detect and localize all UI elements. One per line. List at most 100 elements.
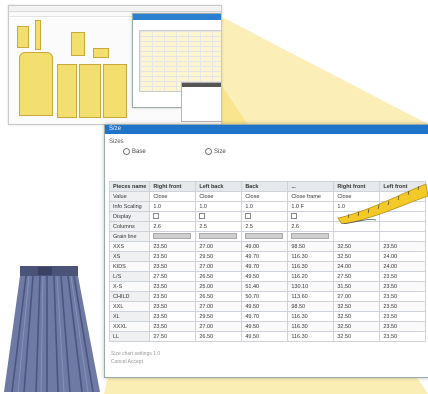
measurement-cell[interactable]: 32.50 (333, 331, 381, 342)
measurement-cell[interactable]: 98.50 (287, 301, 335, 312)
measurement-cell[interactable]: 26.50 (195, 291, 243, 302)
property-cell[interactable] (333, 231, 381, 242)
display-checkbox[interactable] (153, 213, 160, 220)
grain-line-slider[interactable] (153, 233, 192, 240)
property-cell[interactable]: 2.5 (241, 221, 289, 232)
measurement-cell[interactable]: 23.50 (149, 281, 197, 292)
measurement-cell[interactable]: 23.50 (379, 311, 427, 322)
measurement-cell[interactable]: 27.00 (195, 301, 243, 312)
property-cell[interactable]: 2.5 (195, 221, 243, 232)
measurement-cell[interactable]: 23.50 (149, 291, 197, 302)
property-cell[interactable]: 2.6 (287, 221, 335, 232)
table-row[interactable]: L/S 27.50 26.50 49.50 116.20 27.50 23.50 (108, 271, 427, 282)
property-cell[interactable] (195, 231, 243, 242)
measurement-cell[interactable]: 23.50 (379, 271, 427, 282)
measurement-cell[interactable]: 27.00 (195, 241, 243, 252)
property-cell[interactable] (195, 211, 243, 222)
measurement-cell[interactable]: 27.50 (149, 331, 197, 342)
grain-line-slider[interactable] (199, 233, 238, 240)
table-row[interactable]: XS 23.50 29.50 49.70 116.30 32.50 24.00 (108, 251, 427, 262)
property-cell[interactable]: 1.0 (241, 201, 289, 212)
measurement-cell[interactable]: 49.50 (241, 321, 289, 332)
measurement-cell[interactable]: 32.50 (333, 301, 381, 312)
measurement-cell[interactable]: 51.40 (241, 281, 289, 292)
measurement-cell[interactable]: 50.70 (241, 291, 289, 302)
measurement-cell[interactable]: 32.50 (333, 311, 381, 322)
table-row[interactable]: CHILD 23.50 26.50 50.70 113.60 27.00 23.50 (108, 291, 427, 302)
grain-line-slider[interactable] (245, 233, 284, 240)
measurement-cell[interactable]: 49.70 (241, 251, 289, 262)
property-cell[interactable]: Close frame (287, 191, 335, 202)
grain-line-slider[interactable] (291, 233, 330, 240)
measurement-cell[interactable]: 113.60 (287, 291, 335, 302)
property-cell[interactable] (287, 231, 335, 242)
display-checkbox[interactable] (245, 213, 252, 220)
measurement-cell[interactable]: 23.50 (149, 311, 197, 322)
measurement-cell[interactable]: 23.50 (379, 291, 427, 302)
measurement-cell[interactable]: 23.50 (379, 321, 427, 332)
measurement-cell[interactable]: 32.50 (333, 321, 381, 332)
measurement-cell[interactable]: 27.50 (149, 271, 197, 282)
measurement-cell[interactable]: 49.50 (241, 301, 289, 312)
measurement-cell[interactable]: 26.50 (195, 271, 243, 282)
measurement-cell[interactable]: 23.50 (379, 331, 427, 342)
measurement-cell[interactable]: 24.00 (379, 261, 427, 272)
table-row[interactable]: XL 23.50 29.50 49.70 116.30 32.50 23.50 (108, 311, 427, 322)
measurement-cell[interactable]: 23.50 (149, 241, 197, 252)
measurement-cell[interactable]: 32.50 (333, 251, 381, 262)
measurement-cell[interactable]: 49.50 (241, 331, 289, 342)
measurement-cell[interactable]: 27.50 (333, 271, 381, 282)
measurement-cell[interactable]: 23.50 (149, 301, 197, 312)
measurement-cell[interactable]: 27.00 (195, 261, 243, 272)
measurement-cell[interactable]: 27.00 (195, 321, 243, 332)
property-cell[interactable]: Close (149, 191, 197, 202)
measurement-cell[interactable]: 23.50 (379, 301, 427, 312)
measurement-cell[interactable]: 32.50 (333, 241, 381, 252)
measurement-cell[interactable]: 24.00 (379, 251, 427, 262)
measurement-cell[interactable]: 31.50 (333, 281, 381, 292)
property-cell[interactable]: 2.6 (149, 221, 197, 232)
table-row[interactable]: KIDS 23.50 27.00 49.70 116.30 24.00 24.00 (108, 261, 427, 272)
measurement-cell[interactable]: 116.30 (287, 331, 335, 342)
display-checkbox[interactable] (199, 213, 206, 220)
table-row[interactable]: XXXL 23.50 27.00 49.50 116.30 32.50 23.50 (108, 321, 427, 332)
property-cell[interactable] (287, 211, 335, 222)
table-row[interactable]: LL 27.50 26.50 49.50 116.30 32.50 23.50 (108, 331, 427, 342)
table-row[interactable]: X-S 23.50 25.00 51.40 130.10 31.50 23.50 (108, 281, 427, 292)
property-cell[interactable]: Close (195, 191, 243, 202)
measurement-cell[interactable]: 23.50 (149, 321, 197, 332)
measurement-cell[interactable]: 23.50 (379, 281, 427, 292)
property-cell[interactable]: 1.0 (195, 201, 243, 212)
measurement-cell[interactable]: 116.30 (287, 251, 335, 262)
measurement-cell[interactable]: 116.30 (287, 261, 335, 272)
measurement-cell[interactable]: 49.50 (241, 271, 289, 282)
display-checkbox[interactable] (291, 213, 298, 220)
measurement-cell[interactable]: 130.10 (287, 281, 335, 292)
base-radio[interactable]: Base (123, 148, 146, 155)
measurement-cell[interactable]: 25.00 (195, 281, 243, 292)
property-cell[interactable] (149, 231, 197, 242)
property-cell[interactable] (379, 231, 427, 242)
measurement-cell[interactable]: 23.50 (149, 251, 197, 262)
table-row[interactable]: XXS 23.50 27.00 49.00 98.50 32.50 23.50 (108, 241, 427, 252)
property-cell[interactable] (241, 231, 289, 242)
measurement-cell[interactable]: 24.00 (333, 261, 381, 272)
property-cell[interactable]: 1.0 F (287, 201, 335, 212)
property-cell[interactable]: Close (241, 191, 289, 202)
property-cell[interactable]: 1.0 (149, 201, 197, 212)
table-row[interactable]: XXL 23.50 27.00 49.50 98.50 32.50 23.50 (108, 301, 427, 312)
measurement-cell[interactable]: 98.50 (287, 241, 335, 252)
measurement-cell[interactable]: 49.70 (241, 261, 289, 272)
measurement-cell[interactable]: 29.50 (195, 311, 243, 322)
measurement-cell[interactable]: 116.20 (287, 271, 335, 282)
measurement-cell[interactable]: 49.70 (241, 311, 289, 322)
measurement-cell[interactable]: 116.30 (287, 311, 335, 322)
measurement-cell[interactable]: 27.00 (333, 291, 381, 302)
measurement-cell[interactable]: 23.50 (149, 261, 197, 272)
property-cell[interactable] (149, 211, 197, 222)
property-cell[interactable] (241, 211, 289, 222)
measurement-cell[interactable]: 116.30 (287, 321, 335, 332)
measurement-cell[interactable]: 49.00 (241, 241, 289, 252)
measurement-cell[interactable]: 23.50 (379, 241, 427, 252)
measurement-cell[interactable]: 26.50 (195, 331, 243, 342)
